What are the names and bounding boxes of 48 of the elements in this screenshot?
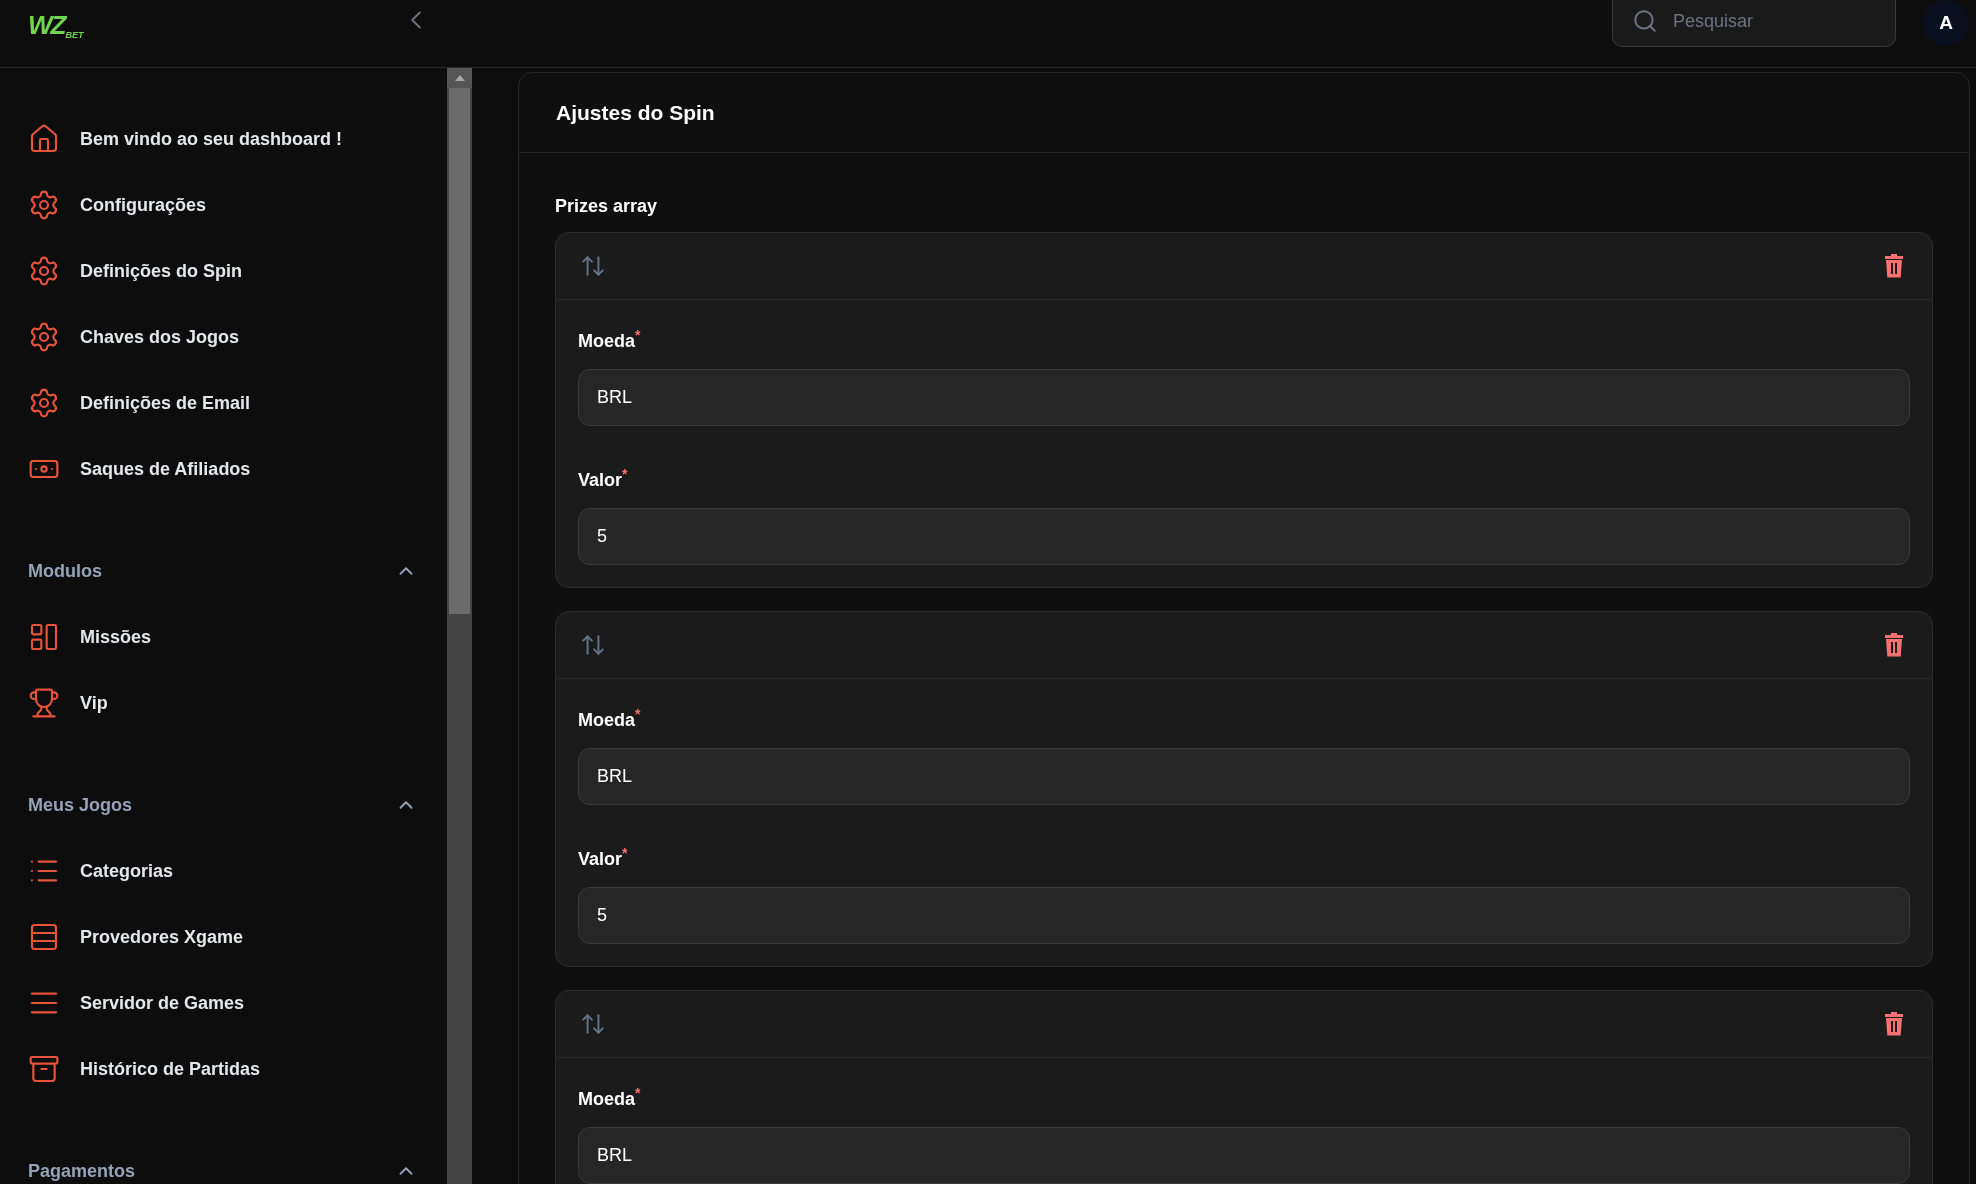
reorder-icon[interactable] xyxy=(580,632,606,658)
input-field[interactable]: 5 xyxy=(578,508,1910,565)
scroll-up-icon[interactable] xyxy=(454,75,465,81)
field-label: Valor$^{*}$ xyxy=(578,846,629,870)
card-title: Ajustes do Spin xyxy=(556,99,715,126)
rows-icon xyxy=(28,921,60,953)
nav-link[interactable]: Categorias xyxy=(80,857,174,885)
input-field[interactable]: BRL xyxy=(578,369,1910,426)
array-label: Prizes array xyxy=(555,195,659,218)
trash-icon[interactable] xyxy=(1884,632,1904,658)
field-label: Valor$^{*}$ xyxy=(578,467,629,491)
section-title: Modulos xyxy=(28,559,102,583)
reorder-icon[interactable] xyxy=(580,253,606,279)
panels-icon xyxy=(28,621,60,653)
nav-link[interactable]: Vip xyxy=(80,689,108,717)
section-title: Meus Jogos xyxy=(28,793,133,817)
nav-link[interactable]: Missões xyxy=(80,623,152,651)
trash-icon[interactable] xyxy=(1884,253,1904,279)
gear-icon xyxy=(28,387,60,419)
nav-link[interactable]: Saques de Afiliados xyxy=(80,455,251,483)
gear-icon xyxy=(28,189,60,221)
nav-link[interactable]: Chaves dos Jogos xyxy=(80,323,240,351)
scrollbar[interactable] xyxy=(447,68,472,1184)
field-label: Moeda$^{*}$ xyxy=(578,328,642,352)
archive-icon xyxy=(28,1053,60,1085)
nav-link[interactable]: Servidor de Games xyxy=(80,989,245,1017)
scrollbar-thumb[interactable] xyxy=(449,88,470,614)
field-label: Moeda$^{*}$ xyxy=(578,1086,642,1110)
nav-link[interactable]: Provedores Xgame xyxy=(80,923,244,951)
nav-link[interactable]: Definições de Email xyxy=(80,389,251,417)
gear-icon xyxy=(28,321,60,353)
nav-link[interactable]: Bem vindo ao seu dashboard ! xyxy=(80,125,343,153)
trophy-icon xyxy=(28,687,60,719)
field-label: Moeda$^{*}$ xyxy=(578,707,642,731)
search-icon xyxy=(1632,8,1658,34)
trash-icon[interactable] xyxy=(1884,1011,1904,1037)
section-title: Pagamentos xyxy=(28,1159,136,1183)
reorder-icon[interactable] xyxy=(580,1011,606,1037)
input-field[interactable]: BRL xyxy=(578,1127,1910,1184)
search-field[interactable]: Pesquisar xyxy=(1612,0,1896,47)
nav-link[interactable]: Histórico de Partidas xyxy=(80,1055,261,1083)
input-field[interactable]: 5 xyxy=(578,887,1910,944)
nav-link[interactable]: Definições do Spin xyxy=(80,257,243,285)
gear-icon xyxy=(28,255,60,287)
input-field[interactable]: BRL xyxy=(578,748,1910,805)
home-icon xyxy=(28,123,60,155)
nav-link[interactable]: Configurações xyxy=(80,191,207,219)
avatar[interactable]: A xyxy=(1923,0,1969,46)
